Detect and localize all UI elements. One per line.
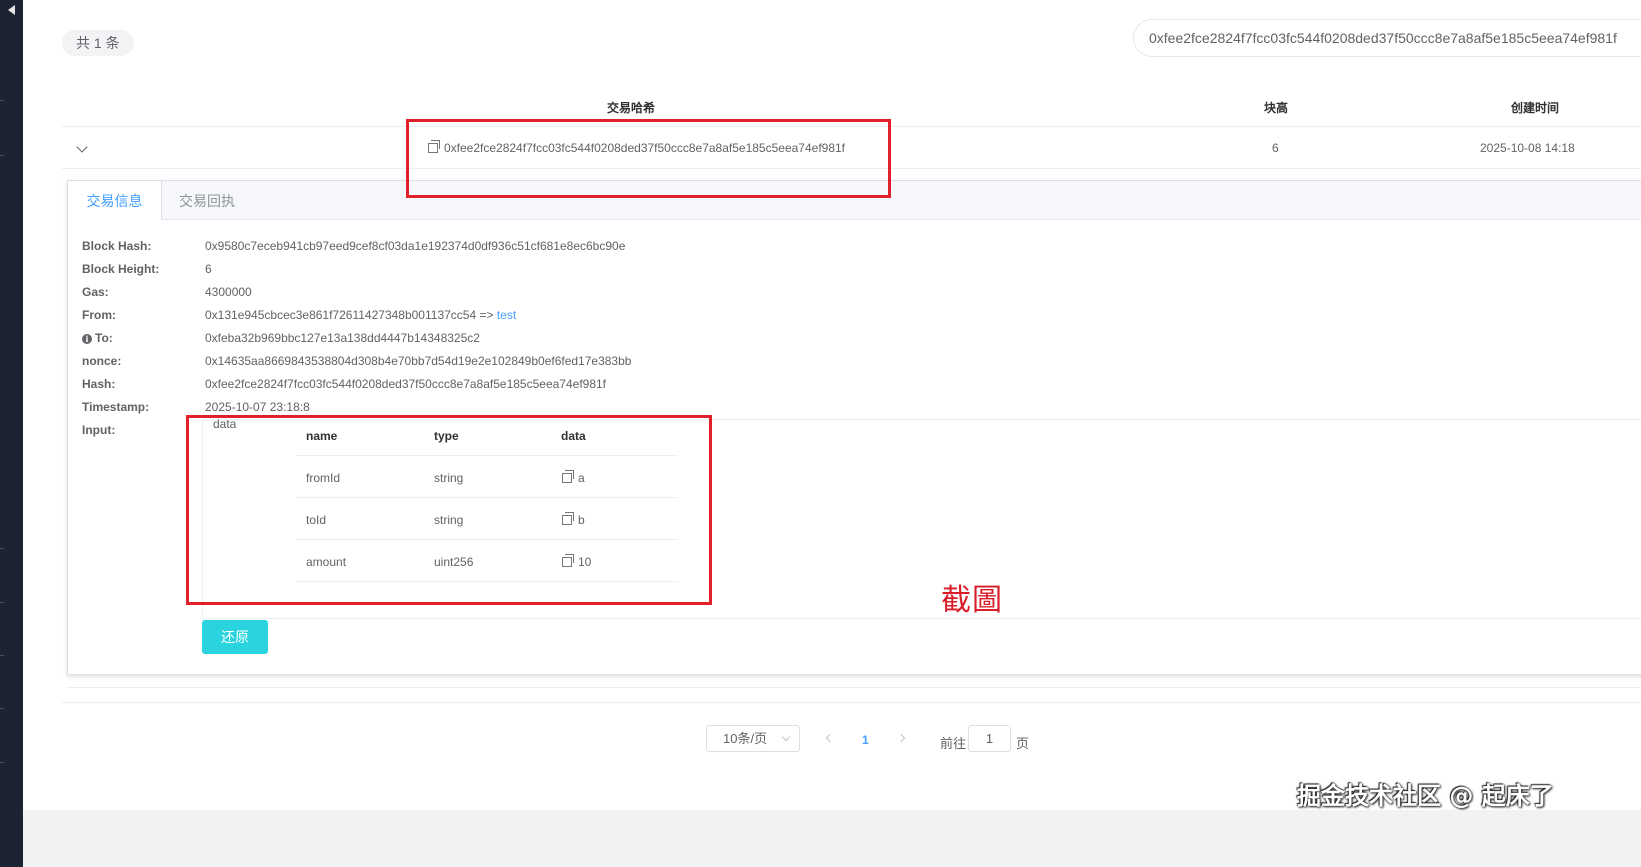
hash-value: 0xfee2fce2824f7fcc03fc544f0208ded37f50cc… xyxy=(205,377,607,391)
block-hash-value: 0x9580c7eceb941cb97eed9cef8cf03da1e19237… xyxy=(205,239,626,253)
gas-value: 4300000 xyxy=(205,285,252,299)
sidebar-marker xyxy=(0,602,4,603)
block-height-value: 6 xyxy=(205,262,212,276)
from-value: 0x131e945cbcec3e861f72611427348b001137cc… xyxy=(205,308,516,322)
from-label: From: xyxy=(82,308,116,322)
to-value: 0xfeba32b969bbc127e13a138dd4447b14348325… xyxy=(205,331,480,345)
row-block: 6 xyxy=(1272,141,1279,155)
from-contract-link[interactable]: test xyxy=(497,308,516,322)
goto-suffix: 页 xyxy=(1016,736,1030,751)
nonce-label: nonce: xyxy=(82,354,122,368)
sidebar-marker xyxy=(0,762,4,763)
tab-tx-info[interactable]: 交易信息 xyxy=(68,181,162,220)
to-label-text: To: xyxy=(95,331,113,345)
tab-tx-receipt[interactable]: 交易回执 xyxy=(161,181,253,219)
nonce-value: 0x14635aa8669843538804d308b4e70bb7d54d19… xyxy=(205,354,632,368)
sidebar-marker xyxy=(0,655,4,656)
gas-label: Gas: xyxy=(82,285,109,299)
column-header-tx-hash[interactable]: 交易哈希 xyxy=(607,99,655,116)
pagination-divider xyxy=(62,702,1641,703)
sidebar-marker xyxy=(0,548,4,549)
from-address: 0x131e945cbcec3e861f72611427348b001137cc… xyxy=(205,308,494,322)
block-hash-label: Block Hash: xyxy=(82,239,152,253)
annotation-box-hash xyxy=(406,119,891,198)
restore-button[interactable]: 还原 xyxy=(202,620,268,654)
timestamp-value: 2025-10-07 23:18:8 xyxy=(205,400,310,414)
sidebar-marker xyxy=(0,708,4,709)
watermark-text: 掘金技术社区 @ 起床了 xyxy=(1297,782,1554,810)
sidebar-marker xyxy=(0,155,4,156)
hash-label: Hash: xyxy=(82,377,116,391)
page-footer-area xyxy=(23,810,1641,867)
page-size-value: 10条/页 xyxy=(723,731,768,746)
block-height-label: Block Height: xyxy=(82,262,160,276)
annotation-label: 截圖 xyxy=(941,583,1003,618)
page-number-current[interactable]: 1 xyxy=(862,733,869,747)
column-header-created[interactable]: 创建时间 xyxy=(1511,99,1559,116)
to-label: i To: xyxy=(82,331,113,345)
page-size-select[interactable]: 10条/页 xyxy=(706,725,800,752)
sidebar xyxy=(0,0,23,867)
collapse-arrow-icon[interactable] xyxy=(8,5,15,15)
column-header-block[interactable]: 块高 xyxy=(1264,99,1288,116)
chevron-down-icon xyxy=(781,732,791,742)
input-label: Input: xyxy=(82,423,116,437)
search-input[interactable]: 0xfee2fce2824f7fcc03fc544f0208ded37f50cc… xyxy=(1133,19,1641,57)
annotation-box-input xyxy=(186,415,712,605)
info-icon[interactable]: i xyxy=(82,334,92,344)
total-count-badge: 共 1 条 xyxy=(62,30,134,56)
row-created: 2025-10-08 14:18 xyxy=(1480,141,1575,155)
table-bottom-divider xyxy=(67,687,1641,688)
goto-label: 前往 xyxy=(940,736,967,751)
sidebar-marker xyxy=(0,100,4,101)
goto-page-input[interactable]: 1 xyxy=(968,725,1011,752)
timestamp-label: Timestamp: xyxy=(82,400,150,414)
